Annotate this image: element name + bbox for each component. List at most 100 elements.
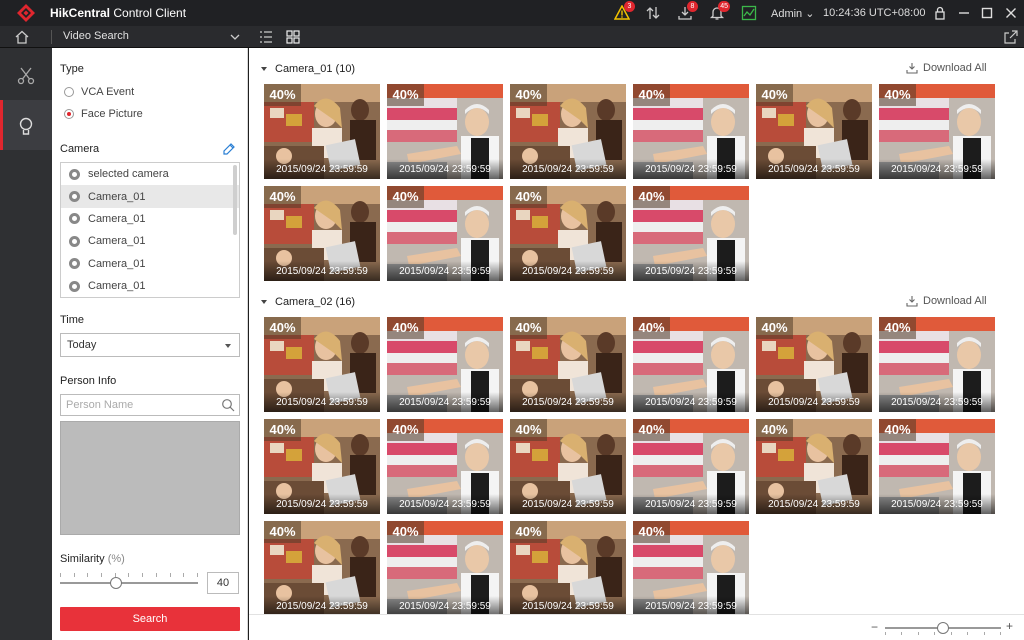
face-thumbnail[interactable]: 40% 2015/09/24 23:59:59 [633,317,749,412]
time-select[interactable]: Today [60,333,240,357]
download-icon [906,296,918,307]
results-area: Camera_01 (10) Download All 40% 2015/09/2… [249,48,1024,640]
group-header-camera-01[interactable]: Camera_01 (10) [261,63,355,75]
face-thumbnail[interactable]: 40% 2015/09/24 23:59:59 [264,419,380,514]
monitor-icon[interactable] [741,5,757,21]
download-all-button[interactable]: Download All [906,295,987,307]
minimize-icon[interactable] [956,5,972,21]
face-thumbnail[interactable]: 40% 2015/09/24 23:59:59 [264,521,380,616]
lock-icon[interactable] [932,5,948,21]
rail-item-clip[interactable] [0,50,52,100]
capture-timestamp: 2015/09/24 23:59:59 [756,494,872,514]
caret-down-icon [225,344,231,348]
chevron-down-icon[interactable] [229,31,241,43]
download-all-button[interactable]: Download All [906,62,987,74]
list-item[interactable]: Camera_01 [61,208,239,230]
face-thumbnail[interactable]: 40% 2015/09/24 23:59:59 [633,419,749,514]
list-item[interactable]: Camera_01 [61,185,239,208]
face-thumbnail[interactable]: 40% 2015/09/24 23:59:59 [510,84,626,179]
popout-icon[interactable] [1003,29,1019,45]
face-thumbnail[interactable]: 40% 2015/09/24 23:59:59 [756,317,872,412]
face-thumbnail[interactable]: 40% 2015/09/24 23:59:59 [510,521,626,616]
zoom-slider-thumb[interactable] [937,622,949,634]
download-all-label: Download All [923,62,987,74]
home-icon[interactable] [14,29,30,45]
warning-icon[interactable]: 3 [613,1,635,21]
face-photo-upload[interactable] [60,421,240,535]
similarity-badge: 40% [387,521,424,543]
capture-timestamp: 2015/09/24 23:59:59 [879,392,995,412]
face-thumbnail[interactable]: 40% 2015/09/24 23:59:59 [510,317,626,412]
module-title[interactable]: Video Search [63,30,129,42]
capture-timestamp: 2015/09/24 23:59:59 [264,159,380,179]
list-item[interactable]: Camera_01 [61,253,239,275]
face-thumbnail[interactable]: 40% 2015/09/24 23:59:59 [387,317,503,412]
capture-timestamp: 2015/09/24 23:59:59 [510,159,626,179]
face-thumbnail[interactable]: 40% 2015/09/24 23:59:59 [510,419,626,514]
warning-badge: 3 [624,1,635,12]
rail-item-face-search[interactable] [0,100,52,150]
list-item[interactable]: selected camera [61,163,239,185]
face-thumbnail[interactable]: 40% 2015/09/24 23:59:59 [387,521,503,616]
zoom-out-icon[interactable]: − [871,620,878,634]
face-thumbnail[interactable]: 40% 2015/09/24 23:59:59 [633,84,749,179]
face-thumbnail[interactable]: 40% 2015/09/24 23:59:59 [387,419,503,514]
download-icon[interactable]: 8 [677,1,698,21]
face-thumbnail[interactable]: 40% 2015/09/24 23:59:59 [510,186,626,281]
camera-list-scrollbar[interactable] [233,165,237,235]
face-thumbnail[interactable]: 40% 2015/09/24 23:59:59 [879,317,995,412]
user-menu[interactable]: Admin ⌄ [771,7,814,20]
list-view-icon[interactable] [258,29,274,45]
face-thumbnail[interactable]: 40% 2015/09/24 23:59:59 [756,419,872,514]
radio-face-picture[interactable]: Face Picture [64,107,143,121]
similarity-badge: 40% [756,84,793,106]
grid-view-icon[interactable] [285,29,301,45]
capture-timestamp: 2015/09/24 23:59:59 [633,596,749,616]
face-thumbnail[interactable]: 40% 2015/09/24 23:59:59 [387,84,503,179]
module-separator [51,30,52,44]
person-name-input[interactable]: Person Name [60,394,240,416]
face-thumbnail[interactable]: 40% 2015/09/24 23:59:59 [879,419,995,514]
similarity-input[interactable]: 40 [207,572,239,594]
face-thumbnail[interactable]: 40% 2015/09/24 23:59:59 [633,521,749,616]
similarity-badge: 40% [264,521,301,543]
edit-icon[interactable] [222,142,236,156]
bell-icon[interactable]: 45 [709,1,730,21]
collapse-icon[interactable] [261,67,267,71]
face-thumbnail[interactable]: 40% 2015/09/24 23:59:59 [264,317,380,412]
list-item[interactable]: Camera_01 [61,275,239,297]
search-icon[interactable] [221,398,235,412]
similarity-slider-thumb[interactable] [110,577,122,589]
face-thumbnail[interactable]: 40% 2015/09/24 23:59:59 [264,186,380,281]
similarity-badge: 40% [510,317,547,339]
face-search-icon [19,117,33,135]
time-label: Time [60,314,85,326]
similarity-badge: 40% [879,84,916,106]
similarity-badge: 40% [633,521,670,543]
capture-timestamp: 2015/09/24 23:59:59 [387,494,503,514]
similarity-slider-track[interactable] [60,582,198,584]
radio-circle-selected[interactable] [64,109,74,119]
transfer-icon[interactable] [645,5,661,21]
face-thumbnail[interactable]: 40% 2015/09/24 23:59:59 [387,186,503,281]
radio-vca-event[interactable]: VCA Event [64,85,134,99]
radio-circle[interactable] [64,87,74,97]
notification-badge: 45 [718,1,730,12]
face-thumbnail[interactable]: 40% 2015/09/24 23:59:59 [879,84,995,179]
capture-timestamp: 2015/09/24 23:59:59 [264,494,380,514]
similarity-badge: 40% [633,186,670,208]
collapse-icon[interactable] [261,300,267,304]
similarity-unit: (%) [107,553,125,565]
zoom-in-icon[interactable]: + [1006,619,1013,633]
face-thumbnail[interactable]: 40% 2015/09/24 23:59:59 [633,186,749,281]
face-thumbnail[interactable]: 40% 2015/09/24 23:59:59 [264,84,380,179]
camera-icon [69,191,80,203]
group-header-camera-02[interactable]: Camera_02 (16) [261,296,355,308]
close-icon[interactable] [1003,5,1019,21]
module-bar: Video Search [0,26,1024,48]
face-thumbnail[interactable]: 40% 2015/09/24 23:59:59 [756,84,872,179]
list-item[interactable]: Camera_01 [61,230,239,252]
maximize-icon[interactable] [979,5,995,21]
search-button[interactable]: Search [60,607,240,631]
camera-list[interactable]: selected camera Camera_01 Camera_01 Came… [60,162,240,298]
